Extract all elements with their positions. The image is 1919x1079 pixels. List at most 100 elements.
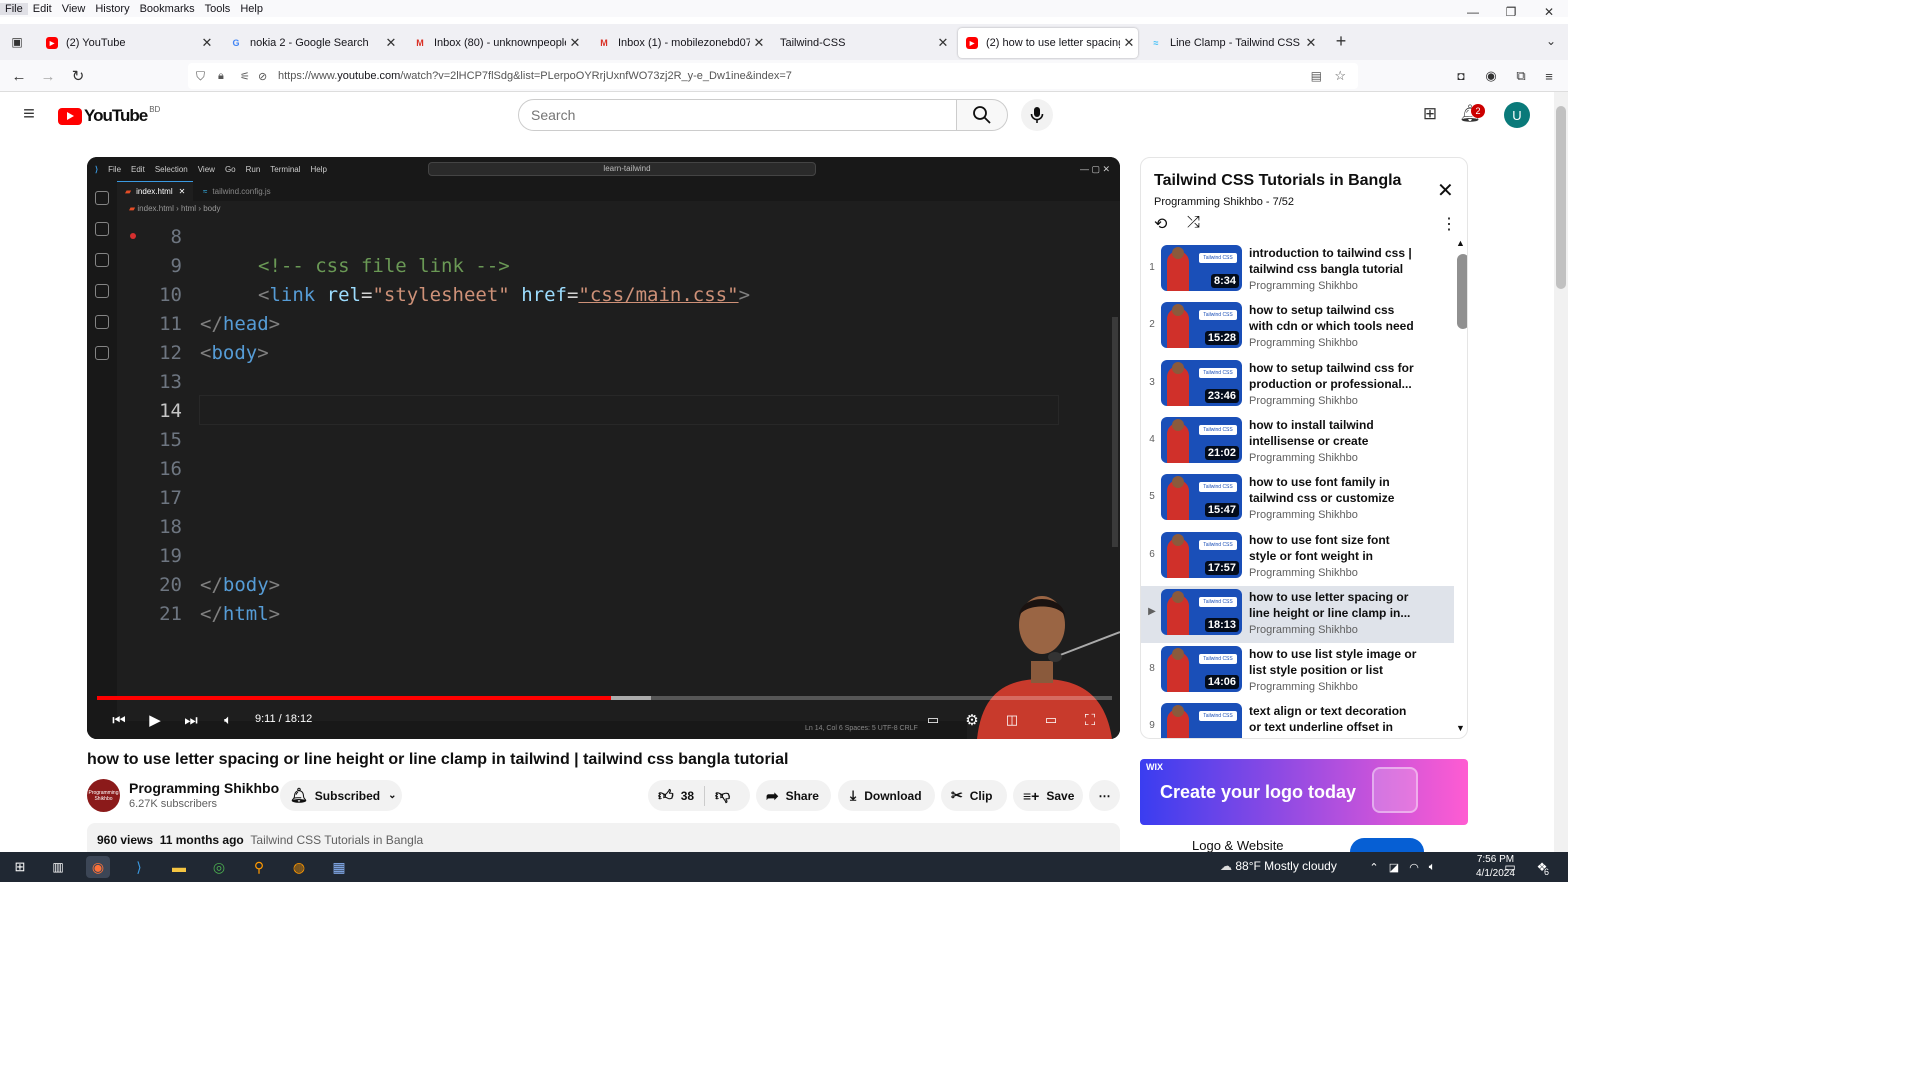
create-video-icon[interactable]: ⊞ — [1419, 104, 1441, 124]
playlist-scrollbar-thumb[interactable] — [1457, 254, 1467, 329]
playlist-item[interactable]: 8 Tailwind CSS 14:06 how to use list style … — [1141, 643, 1454, 700]
playlist-item[interactable]: 6 Tailwind CSS 17:57 how to use font size f… — [1141, 529, 1454, 586]
playlist-title[interactable]: Tailwind CSS Tutorials in Bangla — [1154, 172, 1401, 190]
playlist-link[interactable]: Tailwind CSS Tutorials in Bangla — [250, 833, 423, 847]
playlist-item[interactable]: 9 Tailwind CSS text align or text decorati… — [1141, 700, 1454, 738]
dislike-icon[interactable]: 👎︎ — [715, 787, 730, 805]
close-window-button[interactable]: ✕ — [1530, 0, 1568, 24]
lock-icon[interactable]: 🔒︎ — [218, 70, 224, 83]
tab-close-icon[interactable]: ✕ — [1120, 35, 1138, 51]
file-explorer-icon[interactable]: ▬ — [167, 856, 191, 878]
avatar[interactable]: U — [1504, 102, 1530, 128]
close-playlist-icon[interactable]: ✕ — [1437, 178, 1454, 203]
tab-youtube[interactable]: ▶ (2) YouTube ✕ — [38, 28, 216, 58]
video-thumbnail[interactable]: Tailwind CSS — [1161, 703, 1242, 738]
firefox-taskbar-icon[interactable]: ◉ — [86, 856, 110, 878]
description-box[interactable]: 960 views 11 months ago Tailwind CSS Tut… — [87, 823, 1120, 853]
playlist-item[interactable]: ▶ Tailwind CSS 18:13 how to use letter spac… — [1141, 585, 1454, 643]
maximize-button[interactable]: ❐ — [1492, 0, 1530, 24]
shuffle-icon[interactable]: ⤮ — [1187, 214, 1200, 232]
ad-banner[interactable]: WIX Create your logo today — [1140, 759, 1468, 825]
video-thumbnail[interactable]: Tailwind CSS 17:57 — [1161, 531, 1242, 578]
video-thumbnail[interactable]: Tailwind CSS 18:13 — [1161, 588, 1242, 635]
back-icon[interactable]: ← — [8, 66, 30, 86]
scroll-down-icon[interactable]: ▼ — [1456, 723, 1465, 733]
playlist-item-title[interactable]: how to use font family in tailwind css o… — [1249, 474, 1419, 507]
new-tab-icon[interactable]: + — [1330, 31, 1352, 51]
tab-gmail-1[interactable]: M Inbox (80) - unknownpeople1e ✕ — [406, 28, 584, 58]
menu-bookmarks[interactable]: Bookmarks — [135, 3, 200, 15]
reload-icon[interactable]: ↻ — [67, 66, 89, 86]
menu-file[interactable]: File — [0, 2, 28, 15]
notification-center-icon[interactable]: ▭ — [1498, 856, 1522, 878]
guide-menu-icon[interactable]: ≡ — [18, 103, 40, 125]
like-count[interactable]: 38 — [681, 789, 694, 803]
video-progress-bar[interactable] — [97, 696, 1112, 700]
playlist-item[interactable]: 1 Tailwind CSS 8:34 introduction to tailwin… — [1141, 242, 1454, 299]
video-thumbnail[interactable]: Tailwind CSS 21:02 — [1161, 416, 1242, 463]
tab-gmail-2[interactable]: M Inbox (1) - mobilezonebd07@g ✕ — [590, 28, 768, 58]
like-icon[interactable]: 👍︎ — [658, 787, 674, 805]
chrome-icon[interactable]: ◎ — [207, 856, 231, 878]
tab-line-clamp[interactable]: ≈ Line Clamp - Tailwind CSS ✕ — [1142, 28, 1320, 58]
next-icon[interactable]: ⏭ — [179, 709, 203, 731]
video-thumbnail[interactable]: Tailwind CSS 14:06 — [1161, 646, 1242, 693]
playlist-item[interactable]: 2 Tailwind CSS 15:28 how to setup tailwind … — [1141, 299, 1454, 356]
list-tabs-icon[interactable]: ⌄ — [1540, 31, 1562, 51]
playlist-item[interactable]: 4 Tailwind CSS 21:02 how to install tailwin… — [1141, 414, 1454, 471]
account-icon[interactable]: ◉ — [1480, 66, 1502, 86]
tab-tailwind-css[interactable]: Tailwind-CSS ✕ — [774, 28, 952, 58]
page-scrollbar-thumb[interactable] — [1556, 106, 1566, 289]
menu-view[interactable]: View — [57, 3, 91, 15]
more-vertical-icon[interactable]: ⋮ — [1441, 214, 1457, 234]
task-view-icon[interactable]: ▥ — [46, 856, 70, 878]
playlist-item[interactable]: 5 Tailwind CSS 15:47 how to use font family… — [1141, 471, 1454, 528]
scroll-up-icon[interactable]: ▲ — [1456, 238, 1465, 248]
tab-close-icon[interactable]: ✕ — [750, 35, 768, 51]
tab-close-icon[interactable]: ✕ — [934, 35, 952, 51]
previous-icon[interactable]: ⏮ — [107, 709, 131, 731]
playlist-item-title[interactable]: how to setup tailwind css with cdn or wh… — [1249, 302, 1419, 335]
subtitles-icon[interactable]: ▭ — [921, 709, 945, 731]
search-app-icon[interactable]: ⚲ — [247, 856, 271, 878]
tab-google-search[interactable]: G nokia 2 - Google Search ✕ — [222, 28, 400, 58]
reader-view-icon[interactable]: ▤ — [1311, 69, 1322, 83]
subscribed-button[interactable]: 🔔︎ Subscribed ⌄ — [280, 780, 402, 811]
tab-close-icon[interactable]: ✕ — [382, 35, 400, 51]
bookmark-star-icon[interactable]: ☆ — [1334, 68, 1346, 84]
minimize-button[interactable]: — — [1454, 0, 1492, 24]
firefox-view-icon[interactable]: ▣ — [6, 32, 28, 52]
playlist-item-title[interactable]: how to install tailwind intellisense or … — [1249, 417, 1419, 450]
colorful-app-icon[interactable]: ❖ — [1530, 856, 1554, 878]
more-actions-button[interactable]: ⋯ — [1089, 780, 1120, 811]
playlist-item-title[interactable]: how to use list style image or list styl… — [1249, 646, 1419, 679]
tab-close-icon[interactable]: ✕ — [566, 35, 584, 51]
settings-gear-icon[interactable]: ⚙ — [960, 709, 984, 731]
video-thumbnail[interactable]: Tailwind CSS 15:28 — [1161, 302, 1242, 349]
pocket-icon[interactable]: ◘ — [1450, 66, 1472, 86]
menu-history[interactable]: History — [90, 3, 134, 15]
channel-name[interactable]: Programming Shikhbo — [129, 780, 279, 796]
weather-widget[interactable]: ☁ 88°F Mostly cloudy — [1220, 859, 1337, 873]
video-thumbnail[interactable]: Tailwind CSS 8:34 — [1161, 245, 1242, 291]
save-button[interactable]: ≡+ Save — [1013, 780, 1083, 811]
playlist-item-title[interactable]: text align or text decoration or text un… — [1249, 703, 1419, 736]
clip-button[interactable]: ✂ Clip — [941, 780, 1007, 811]
tab-current-video[interactable]: ▶ (2) how to use letter spacing or ✕ — [958, 28, 1138, 58]
menu-tools[interactable]: Tools — [200, 3, 236, 15]
tab-close-icon[interactable]: ✕ — [198, 35, 216, 51]
loop-playlist-icon[interactable]: ⟲ — [1154, 214, 1167, 234]
channel-avatar[interactable]: Programming Shikhbo — [87, 779, 120, 812]
playlist-item-title[interactable]: how to use font size font style or font … — [1249, 532, 1419, 565]
page-scrollbar[interactable] — [1554, 92, 1568, 852]
search-input[interactable]: Search — [518, 99, 957, 131]
playlist-item-title[interactable]: introduction to tailwind css | tailwind … — [1249, 245, 1419, 278]
address-bar[interactable]: ⛉ 🔒︎ ⚟ ⊘ https://www.youtube.com/watch?v… — [188, 63, 1358, 89]
share-button[interactable]: ➦ Share — [756, 780, 831, 811]
forward-icon[interactable]: → — [37, 66, 59, 86]
youtube-logo[interactable]: YouTube BD — [58, 105, 160, 126]
play-icon[interactable]: ▶ — [143, 709, 167, 731]
menu-edit[interactable]: Edit — [28, 3, 57, 15]
video-player[interactable]: ⟩ File Edit Selection View Go Run Termin… — [87, 157, 1120, 739]
app-icon[interactable]: ▦ — [327, 856, 351, 878]
